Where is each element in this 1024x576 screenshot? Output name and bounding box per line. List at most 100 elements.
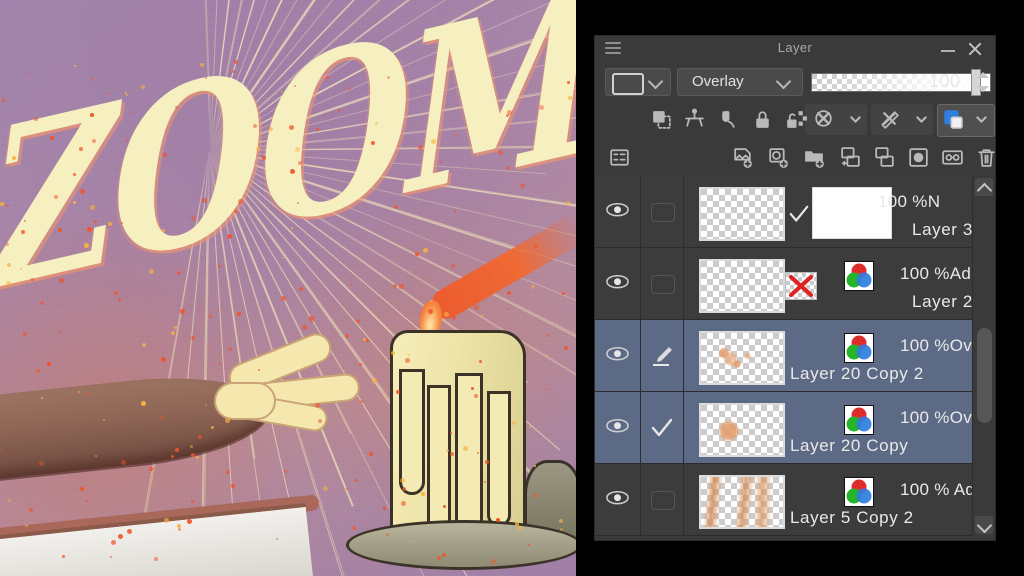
ember-spark xyxy=(95,455,98,458)
ember-spark xyxy=(261,155,266,160)
layer-thumbnail[interactable] xyxy=(699,403,785,457)
ember-spark xyxy=(442,505,446,509)
new-tone-layer-icon[interactable] xyxy=(766,145,791,170)
layer-property-icon[interactable] xyxy=(607,145,632,170)
delete-layer-icon[interactable] xyxy=(974,145,999,170)
ember-spark xyxy=(297,160,302,165)
ember-spark xyxy=(73,64,76,67)
layer-color-mode-icon[interactable] xyxy=(941,107,966,132)
ember-spark xyxy=(114,291,119,295)
eye-icon[interactable] xyxy=(605,274,630,290)
layer-thumbnail[interactable] xyxy=(699,187,785,241)
lock-transparent-pixels-icon[interactable] xyxy=(783,107,808,132)
scroll-thumb[interactable] xyxy=(977,328,992,423)
ember-spark xyxy=(289,169,295,175)
layer-thumbnail-content xyxy=(701,477,783,527)
scroll-down-icon[interactable] xyxy=(975,516,993,534)
ember-spark xyxy=(439,161,442,164)
layer-row[interactable]: 100 %OverlayLayer 20 Copy 2 xyxy=(595,320,995,392)
eye-icon[interactable] xyxy=(605,418,630,434)
new-raster-layer-icon[interactable] xyxy=(730,145,755,170)
ember-spark xyxy=(365,339,369,343)
ember-spark xyxy=(163,518,169,524)
opacity-slider[interactable] xyxy=(811,73,991,92)
draft-layer-icon[interactable] xyxy=(715,107,740,132)
check-icon[interactable] xyxy=(650,417,674,439)
close-button[interactable] xyxy=(967,41,983,57)
duplicate-layer-icon[interactable] xyxy=(940,145,965,170)
lock-layer-icon[interactable] xyxy=(750,107,775,132)
eye-icon[interactable] xyxy=(605,346,630,362)
eye-icon[interactable] xyxy=(605,490,630,506)
empty-box-icon[interactable] xyxy=(651,491,675,510)
opacity-gradient xyxy=(812,74,990,91)
layer-color-button[interactable] xyxy=(605,68,671,96)
ember-spark xyxy=(237,198,243,204)
ember-spark xyxy=(428,308,434,314)
layer-thumbnail[interactable] xyxy=(699,259,785,313)
ember-spark xyxy=(27,73,30,76)
opacity-value[interactable]: 100 xyxy=(929,71,961,92)
layer-row[interactable]: 100 %N Layer 31 xyxy=(595,176,995,248)
rgb-venn-icon xyxy=(844,405,874,435)
ember-spark xyxy=(5,243,9,247)
panel-title: Layer xyxy=(777,40,813,55)
ember-spark xyxy=(190,453,195,458)
layer-row[interactable]: 100 %OverlayLayer 20 Copy xyxy=(595,392,995,464)
layer-thumbnail[interactable] xyxy=(699,475,785,529)
ember-spark xyxy=(211,425,215,429)
ember-spark xyxy=(91,139,96,144)
layer-row[interactable]: 100 % Add (Glow)Layer 5 Copy 2 xyxy=(595,464,995,536)
ember-spark xyxy=(485,460,490,465)
layer-row[interactable]: 100 %Ad Layer 21 xyxy=(595,248,995,320)
layer-thumbnail[interactable] xyxy=(699,331,785,385)
empty-box-icon[interactable] xyxy=(651,203,675,222)
layer-color-mode-dropdown-icon[interactable] xyxy=(969,107,987,132)
spinner-updown-icon[interactable] xyxy=(977,72,989,92)
new-folder-icon[interactable] xyxy=(802,145,827,170)
layer-toolbar-top xyxy=(595,100,995,138)
layer-list[interactable]: 100 %NLayer 31100 %AdLayer 21100 %Overla… xyxy=(595,176,995,536)
ember-spark xyxy=(491,558,497,564)
blend-mode-select[interactable]: Overlay xyxy=(677,68,803,96)
ember-spark xyxy=(514,522,519,527)
layer-mask-disable-icon[interactable] xyxy=(811,107,836,132)
ember-spark xyxy=(190,444,194,448)
ember-spark xyxy=(47,362,52,367)
empty-box-icon[interactable] xyxy=(651,275,675,294)
ember-spark xyxy=(352,526,356,531)
scroll-up-icon[interactable] xyxy=(975,178,993,199)
ember-spark xyxy=(125,140,128,143)
ruler-disable-icon[interactable] xyxy=(877,107,902,132)
mask-check-icon[interactable] xyxy=(788,204,810,224)
combine-down-icon[interactable] xyxy=(872,145,897,170)
minimize-button[interactable] xyxy=(941,50,955,52)
layer-mask-disable-dropdown-icon[interactable] xyxy=(843,107,861,132)
layer-list-scrollbar[interactable] xyxy=(972,176,995,536)
clip-to-layer-below-icon[interactable] xyxy=(649,107,674,132)
ember-spark xyxy=(383,507,387,511)
ember-spark xyxy=(302,325,308,331)
ember-spark xyxy=(33,116,38,121)
ember-spark xyxy=(205,404,208,407)
ember-spark xyxy=(72,200,76,204)
pencil-icon[interactable] xyxy=(650,345,674,367)
ember-spark xyxy=(294,85,297,88)
ember-spark xyxy=(127,528,133,534)
mask-disabled-red-x-icon[interactable] xyxy=(785,272,817,300)
ember-spark xyxy=(296,202,299,205)
eye-icon[interactable] xyxy=(605,202,630,218)
ember-spark xyxy=(19,268,22,271)
transfer-down-icon[interactable] xyxy=(838,145,863,170)
ember-spark xyxy=(232,70,236,74)
ember-spark xyxy=(417,145,423,151)
layer-mask-icon[interactable] xyxy=(906,145,931,170)
ruler-disable-dropdown-icon[interactable] xyxy=(909,107,927,132)
ember-spark xyxy=(11,155,16,160)
ember-spark xyxy=(150,478,153,481)
ember-spark xyxy=(506,308,509,311)
layer-keyframe-icon[interactable] xyxy=(682,107,707,132)
ember-spark xyxy=(375,121,379,125)
ember-spark xyxy=(230,484,235,489)
ember-spark xyxy=(473,305,479,310)
